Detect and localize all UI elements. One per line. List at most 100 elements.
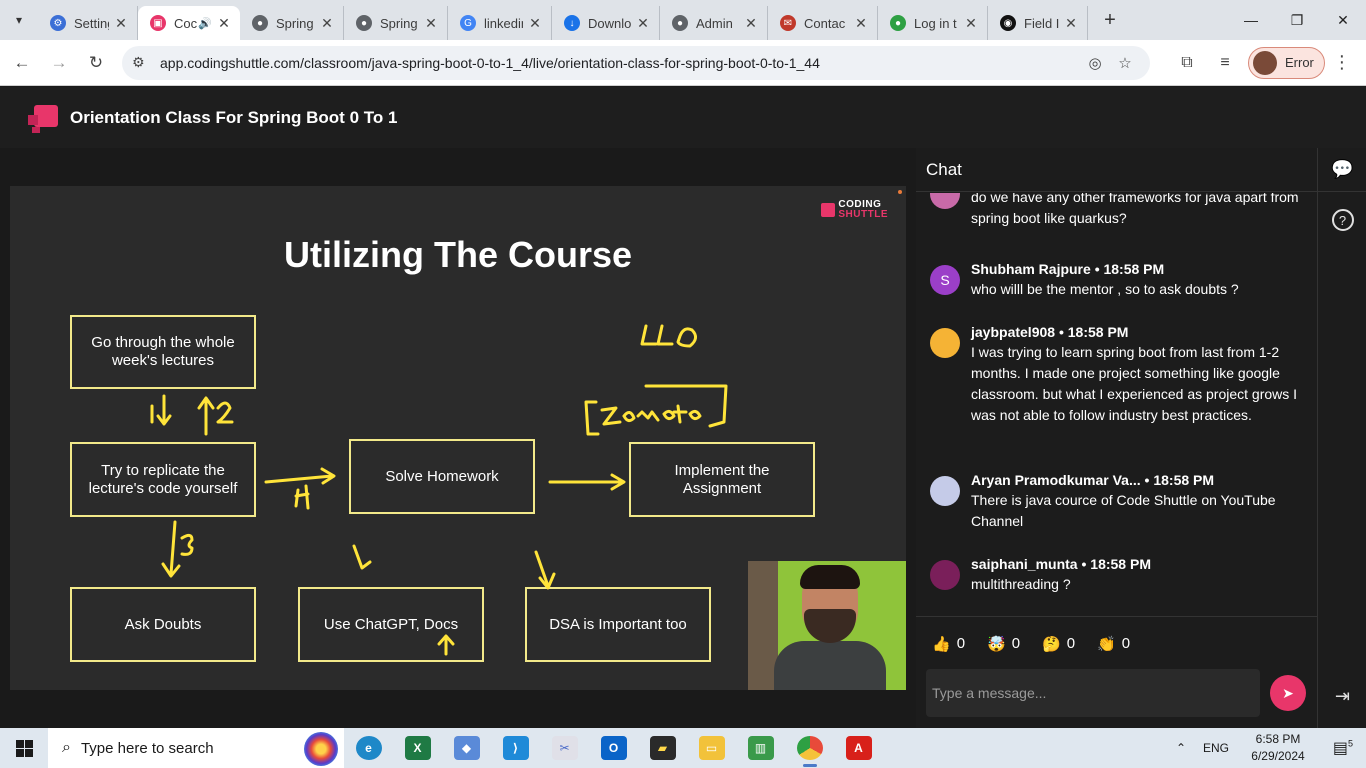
chat-message: S Shubham Rajpure • 18:58 PM who willl b…	[930, 259, 1305, 300]
codingshuttle-logo[interactable]	[28, 101, 62, 135]
close-tab-icon[interactable]: ✕	[963, 15, 979, 32]
send-button[interactable]: ➤	[1270, 675, 1306, 711]
close-tab-icon[interactable]: ✕	[319, 15, 335, 32]
browser-tab[interactable]: ↓ Downlo ✕	[552, 6, 660, 40]
chart-app-icon: ▥	[747, 736, 774, 760]
excel-icon: X	[404, 736, 431, 760]
mind-blown-icon: 🤯	[987, 635, 1006, 653]
start-button[interactable]	[0, 728, 48, 768]
chat-panel: Chat do we have any other frameworks for…	[916, 148, 1317, 728]
minimize-button[interactable]: —	[1228, 0, 1274, 40]
browser-tab[interactable]: ✉ Contac ✕	[768, 6, 878, 40]
message-meta: saiphani_munta • 18:58 PM	[971, 554, 1305, 574]
system-tray: ⌃ ENG 6:58 PM 6/29/2024 ▤5	[1166, 728, 1366, 768]
taskbar-file-explorer[interactable]: ▭	[687, 728, 736, 768]
close-tab-icon[interactable]: ✕	[853, 15, 869, 32]
back-button[interactable]: ←	[4, 45, 40, 81]
close-tab-icon[interactable]: ✕	[527, 15, 543, 32]
extensions-icon[interactable]: ⧉	[1168, 54, 1206, 72]
clock[interactable]: 6:58 PM 6/29/2024	[1236, 731, 1320, 765]
chat-avatar	[930, 476, 960, 506]
close-tab-icon[interactable]: ✕	[1063, 15, 1079, 32]
close-tab-icon[interactable]: ✕	[423, 15, 439, 32]
eye-slash-icon[interactable]: ◎	[1080, 54, 1110, 72]
chat-toggle-button[interactable]: 💬	[1318, 148, 1366, 192]
taskbar-outlook[interactable]: O	[589, 728, 638, 768]
omnibox[interactable]: ⚙ app.codingshuttle.com/classroom/java-s…	[122, 45, 1150, 80]
close-tab-icon[interactable]: ✕	[216, 15, 232, 32]
chat-message-list[interactable]: do we have any other frameworks for java…	[916, 193, 1317, 615]
avatar-initial: S	[940, 272, 950, 288]
chat-message: jaybpatel908 • 18:58 PM I was trying to …	[930, 322, 1305, 426]
tab-title: Field In	[1024, 15, 1059, 31]
message-composer	[926, 669, 1260, 717]
message-time: 18:58 PM	[1153, 472, 1215, 488]
chat-avatar	[930, 560, 960, 590]
taskbar-cube-app[interactable]: ◆	[442, 728, 491, 768]
taskbar-chrome[interactable]	[785, 728, 834, 768]
browser-tab[interactable]: ▣ Coc 🔊 ✕	[138, 6, 240, 40]
browser-tab[interactable]: ● Admin ✕	[660, 6, 768, 40]
annot-digit-3	[180, 533, 194, 556]
close-tab-icon[interactable]: ✕	[635, 15, 651, 32]
annot-check-chatgpt	[352, 544, 372, 570]
browser-tab[interactable]: ● Spring ✕	[240, 6, 344, 40]
tab-title: linkedin	[484, 15, 523, 31]
browser-menu-icon[interactable]: ⋮	[1325, 52, 1359, 73]
notification-icon: ▤	[1332, 740, 1349, 757]
language-indicator[interactable]: ENG	[1196, 741, 1236, 755]
annot-arrow-implement	[548, 473, 626, 491]
chat-avatar	[930, 328, 960, 358]
meta-separator: •	[1144, 472, 1150, 488]
reaction-bar: 👍 0 🤯 0 🤔 0 👏 0	[916, 616, 1317, 670]
taskbar-acrobat[interactable]: A	[834, 728, 883, 768]
meta-separator: •	[1081, 556, 1087, 572]
taskbar-snipping[interactable]: ✂	[540, 728, 589, 768]
leave-button[interactable]: ⇥	[1318, 674, 1366, 718]
speaker-icon[interactable]: 🔊	[198, 17, 212, 30]
page-title: Orientation Class For Spring Boot 0 To 1	[70, 107, 398, 127]
browser-tab[interactable]: ⚙ Setting✕	[38, 6, 138, 40]
close-window-button[interactable]: ✕	[1320, 0, 1366, 40]
reaction-mind-blown[interactable]: 🤯 0	[987, 635, 1020, 653]
taskbar-sticky-notes[interactable]: ▰	[638, 728, 687, 768]
taskbar-excel[interactable]: X	[393, 728, 442, 768]
browser-tab[interactable]: ● Log in t ✕	[878, 6, 988, 40]
reading-list-icon[interactable]: ≡	[1206, 54, 1244, 72]
annot-zomato	[600, 404, 702, 426]
close-tab-icon[interactable]: ✕	[743, 15, 759, 32]
help-button[interactable]: ?	[1318, 198, 1366, 242]
tray-chevron-icon[interactable]: ⌃	[1166, 741, 1196, 755]
notification-center[interactable]: ▤5	[1320, 738, 1366, 758]
reload-button[interactable]: ↻	[78, 45, 114, 81]
taskbar-edge[interactable]: e	[344, 728, 393, 768]
reaction-thumbs-up[interactable]: 👍 0	[932, 635, 965, 653]
new-tab-button[interactable]: +	[1096, 9, 1124, 32]
close-tab-icon[interactable]: ✕	[113, 15, 129, 32]
url-text[interactable]: app.codingshuttle.com/classroom/java-spr…	[160, 55, 1080, 71]
browser-tab[interactable]: ◉ Field In✕	[988, 6, 1088, 40]
message-input[interactable]	[932, 685, 1252, 701]
taskbar-search[interactable]: ⌕ Type here to search	[48, 728, 344, 768]
reaction-clap[interactable]: 👏 0	[1097, 635, 1130, 653]
download-icon: ↓	[564, 15, 580, 31]
taskbar-charts-app[interactable]: ▥	[736, 728, 785, 768]
annot-digit-2	[216, 401, 234, 424]
tabs-container: ⚙Setting✕▣Coc🔊✕●Spring✕●Spring✕Glinkedin…	[38, 0, 1088, 40]
restore-button[interactable]: ❐	[1274, 0, 1320, 40]
message-time: 18:58 PM	[1090, 556, 1151, 572]
annot-arrow-homework	[264, 467, 336, 485]
browser-tab[interactable]: Glinkedin✕	[448, 6, 552, 40]
google-icon: G	[460, 15, 476, 31]
profile-button[interactable]: Error	[1248, 46, 1325, 79]
thinking-icon: 🤔	[1042, 635, 1061, 653]
forward-button[interactable]: →	[41, 45, 77, 81]
message-text: There is java cource of Code Shuttle on …	[971, 492, 1276, 529]
tab-search-button[interactable]: ▾	[5, 6, 33, 34]
taskbar-vscode[interactable]: ⟩	[491, 728, 540, 768]
reaction-thinking[interactable]: 🤔 0	[1042, 635, 1075, 653]
browser-tab[interactable]: ● Spring ✕	[344, 6, 448, 40]
tab-title: Contac	[804, 15, 846, 31]
site-info-icon[interactable]: ⚙	[132, 54, 150, 71]
bookmark-star-icon[interactable]: ☆	[1110, 54, 1140, 72]
